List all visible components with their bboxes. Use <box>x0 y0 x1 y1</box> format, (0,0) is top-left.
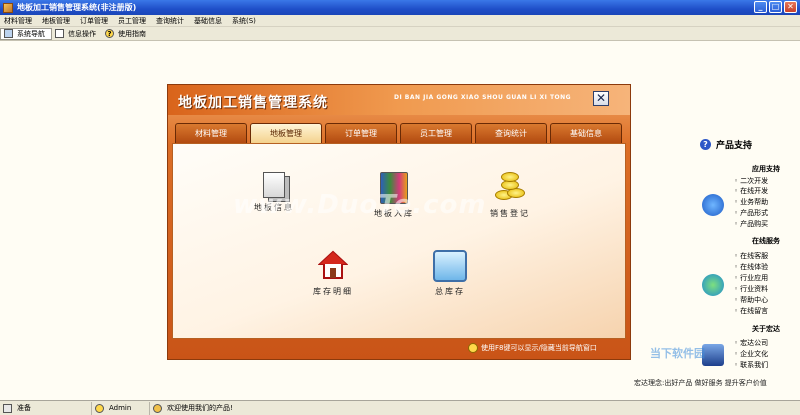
status-user-text: Admin <box>109 404 132 412</box>
laptop-icon <box>702 344 724 366</box>
link-online-message[interactable]: 在线留言 <box>734 306 768 316</box>
tile-total-inventory-label: 总库存 <box>435 287 465 296</box>
toolbar-help-label: 使用指南 <box>118 29 146 38</box>
menu-bar: 材料管理 地板管理 订单管理 员工管理 查询统计 基础信息 系统(S) <box>0 15 800 27</box>
help-icon: ? <box>105 29 114 38</box>
house-icon <box>316 250 350 282</box>
menu-query[interactable]: 查询统计 <box>152 16 190 26</box>
tile-inventory-detail[interactable]: 库存明细 <box>298 250 368 297</box>
tab-floor[interactable]: 地板管理 <box>250 123 322 143</box>
link-product-purchase[interactable]: 产品购买 <box>734 219 768 229</box>
panel-header: 地板加工销售管理系统 DI BAN JIA GONG XIAO SHOU GUA… <box>168 85 630 115</box>
link-industry-data[interactable]: 行业资料 <box>734 284 768 294</box>
tile-total-inventory[interactable]: 总库存 <box>415 250 485 297</box>
link-online-trial[interactable]: 在线体验 <box>734 262 768 272</box>
toolbar-info-label: 信息操作 <box>68 29 96 38</box>
window-title: 地板加工销售管理系统(非注册版) <box>17 3 137 12</box>
toolbar-info-button[interactable]: 信息操作 <box>52 28 102 40</box>
coins-icon <box>493 172 527 204</box>
product-support-title: ? 产品支持 <box>700 138 752 151</box>
welcome-icon <box>153 403 162 413</box>
arrow-icon <box>702 194 724 216</box>
panel-title: 地板加工销售管理系统 <box>178 95 328 111</box>
status-ready-text: 准备 <box>17 404 31 412</box>
link-company[interactable]: 宏达公司 <box>734 338 768 348</box>
status-welcome: 欢迎使用我们的产品! <box>150 402 238 415</box>
globe-icon <box>702 274 724 296</box>
app-icon <box>3 2 13 13</box>
link-online-support[interactable]: 在线客服 <box>734 251 768 261</box>
link-contact[interactable]: 联系我们 <box>734 360 768 370</box>
status-bar: 准备 Admin 欢迎使用我们的产品! <box>0 400 800 415</box>
menu-system[interactable]: 系统(S) <box>228 16 262 26</box>
close-button[interactable]: ✕ <box>784 1 797 13</box>
monitor-icon <box>433 250 467 282</box>
toolbar-navigation-label: 系统导航 <box>17 29 45 38</box>
link-culture[interactable]: 企业文化 <box>734 349 768 359</box>
panel-footer-text: 使用F8键可以显示/隐藏当前导航窗口 <box>481 344 597 352</box>
panel-footer-hint: 使用F8键可以显示/隐藏当前导航窗口 <box>468 343 597 353</box>
navigation-panel: 地板加工销售管理系统 DI BAN JIA GONG XIAO SHOU GUA… <box>167 84 631 360</box>
tab-materials[interactable]: 材料管理 <box>175 123 247 143</box>
product-support-label: 产品支持 <box>716 141 753 151</box>
toolbar-help-button[interactable]: ? 使用指南 <box>102 28 152 40</box>
tab-orders[interactable]: 订单管理 <box>325 123 397 143</box>
user-hint-icon <box>468 343 478 353</box>
link-product-form[interactable]: 产品形式 <box>734 208 768 218</box>
toolbar-navigation-button[interactable]: 系统导航 <box>0 27 52 40</box>
link-industry-app[interactable]: 行业应用 <box>734 273 768 283</box>
status-ready: 准备 <box>0 401 92 415</box>
section-app-support: 应用支持 <box>752 165 780 173</box>
menu-employees[interactable]: 员工管理 <box>114 16 152 26</box>
menu-materials[interactable]: 材料管理 <box>0 16 38 26</box>
panel-tabs: 材料管理 地板管理 订单管理 员工管理 查询统计 基础信息 <box>175 123 625 143</box>
window-controls: _ □ ✕ <box>754 1 797 13</box>
toolbar: 系统导航 信息操作 ? 使用指南 <box>0 27 800 41</box>
section-about: 关于宏达 <box>752 325 780 333</box>
menu-basic-info[interactable]: 基础信息 <box>190 16 228 26</box>
user-icon <box>95 403 104 413</box>
tab-query[interactable]: 查询统计 <box>475 123 547 143</box>
tab-employees[interactable]: 员工管理 <box>400 123 472 143</box>
status-welcome-text: 欢迎使用我们的产品! <box>167 404 233 412</box>
info-icon <box>55 29 64 38</box>
section-online-service: 在线服务 <box>752 237 780 245</box>
tile-inventory-detail-label: 库存明细 <box>313 287 353 296</box>
watermark-text: www.DuoTe.com <box>233 190 487 220</box>
minimize-button[interactable]: _ <box>754 1 767 13</box>
panel-close-button[interactable]: ✕ <box>593 91 609 106</box>
link-secondary-dev[interactable]: 二次开发 <box>734 176 768 186</box>
menu-orders[interactable]: 订单管理 <box>76 16 114 26</box>
menu-floor[interactable]: 地板管理 <box>38 16 76 26</box>
navigation-icon <box>4 29 13 38</box>
question-icon: ? <box>700 139 711 150</box>
link-online-dev[interactable]: 在线开发 <box>734 186 768 196</box>
tab-basic-info[interactable]: 基础信息 <box>550 123 622 143</box>
link-business-help[interactable]: 业务帮助 <box>734 197 768 207</box>
corner-watermark: 当下软件园 <box>650 347 705 360</box>
company-slogan: 宏达理念:出好产品 做好服务 提升客户价值 <box>634 379 767 387</box>
title-bar[interactable]: 地板加工销售管理系统(非注册版) _ □ ✕ <box>0 0 800 15</box>
ready-icon <box>3 403 12 413</box>
maximize-button[interactable]: □ <box>769 1 782 13</box>
status-user: Admin <box>92 401 150 415</box>
panel-subtitle: DI BAN JIA GONG XIAO SHOU GUAN LI XI TON… <box>394 94 572 101</box>
tab-content: 地板信息 地板入库 销售登记 库存明细 总库存 <box>172 143 626 339</box>
product-support-sidebar: ? 产品支持 应用支持 二次开发 在线开发 业务帮助 产品形式 产品购买 在线服… <box>700 136 800 386</box>
link-help-center[interactable]: 帮助中心 <box>734 295 768 305</box>
